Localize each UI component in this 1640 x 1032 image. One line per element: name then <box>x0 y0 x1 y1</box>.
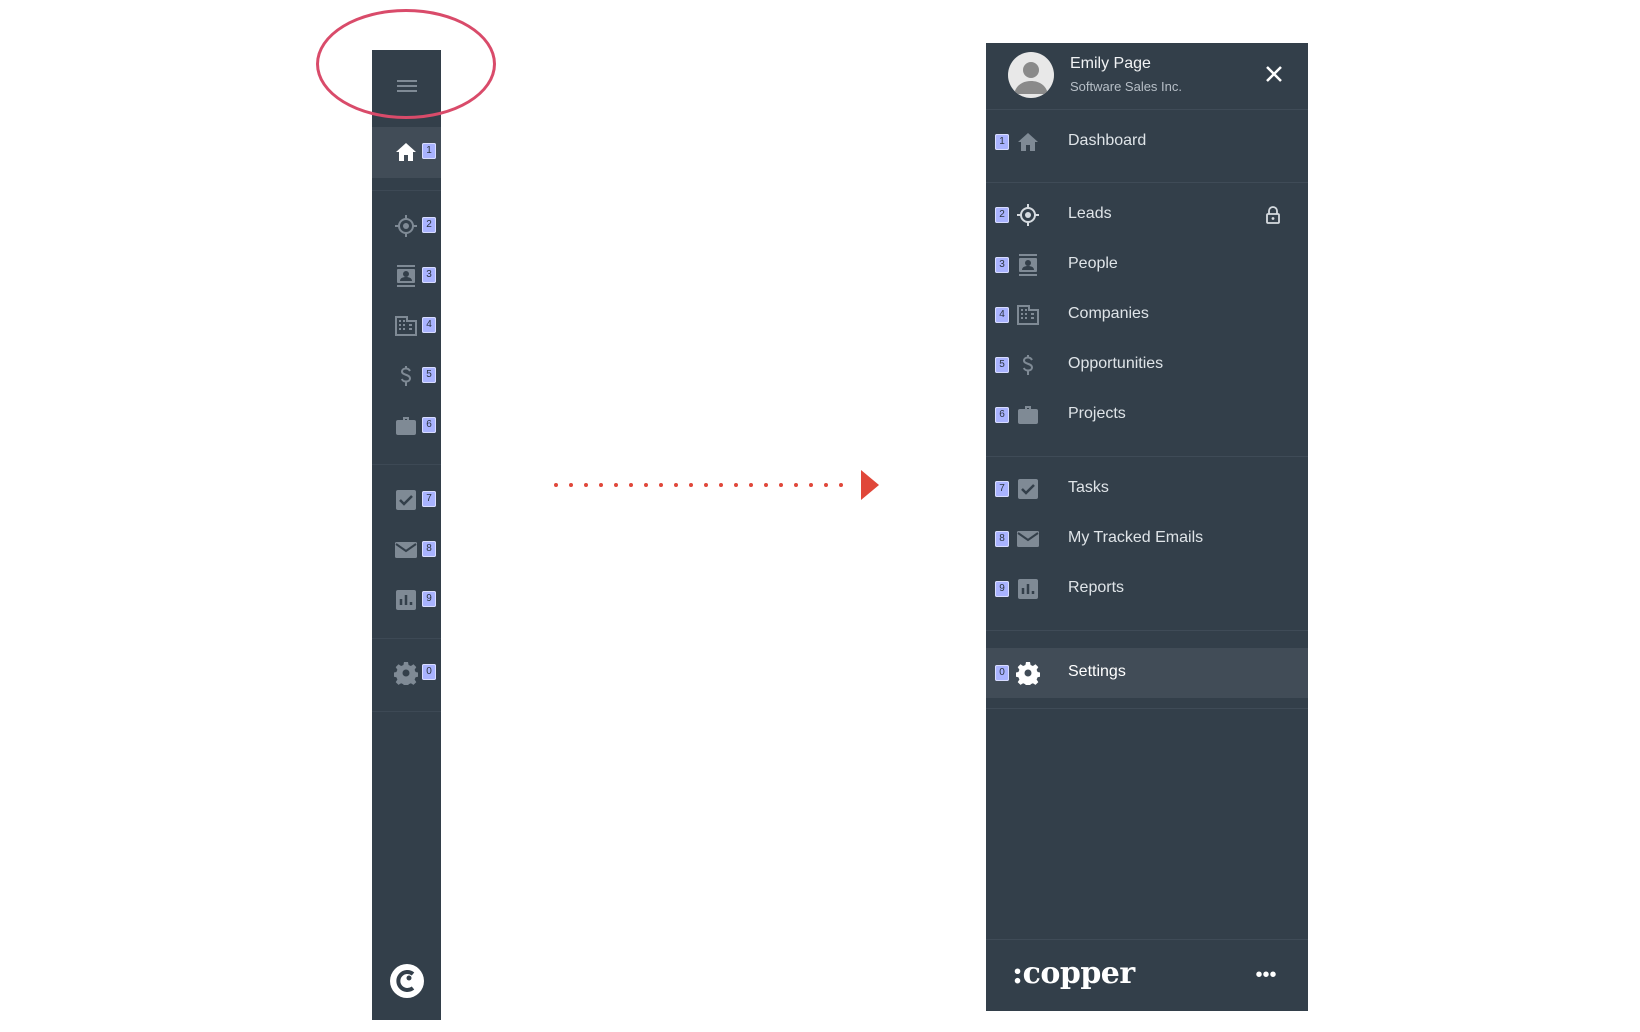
bar-chart-icon <box>1016 577 1040 601</box>
nav-item-reports[interactable]: 9 Reports <box>986 564 1308 614</box>
divider <box>372 638 441 639</box>
dollar-icon <box>1016 353 1040 377</box>
nav-item-opportunities[interactable]: 5 Opportunities <box>986 340 1308 390</box>
building-icon <box>394 314 418 338</box>
shortcut-key: 8 <box>995 531 1009 547</box>
shortcut-key: 2 <box>422 217 436 233</box>
gear-icon <box>1016 661 1040 685</box>
nav-label: Tasks <box>1068 479 1109 496</box>
rail-item-reports[interactable]: 9 <box>372 575 441 626</box>
rail-item-leads[interactable]: 2 <box>372 201 441 252</box>
close-button[interactable] <box>1262 62 1286 86</box>
divider <box>986 630 1308 631</box>
checkbox-icon <box>1016 477 1040 501</box>
briefcase-icon <box>394 414 418 438</box>
nav-item-dashboard[interactable]: 1 Dashboard <box>986 117 1308 167</box>
divider <box>372 190 441 191</box>
user-header: Emily Page Software Sales Inc. <box>986 43 1308 110</box>
nav-item-people[interactable]: 3 People <box>986 240 1308 290</box>
shortcut-key: 5 <box>422 367 436 383</box>
shortcut-key: 6 <box>422 417 436 433</box>
target-icon <box>1016 203 1040 227</box>
divider <box>986 456 1308 457</box>
rail-item-opportunities[interactable]: 5 <box>372 351 441 402</box>
user-company: Software Sales Inc. <box>1070 79 1182 94</box>
rail-item-projects[interactable]: 6 <box>372 401 441 452</box>
nav-item-leads[interactable]: 2 Leads <box>986 190 1308 240</box>
target-icon <box>394 214 418 238</box>
divider <box>986 939 1308 940</box>
rail-item-tasks[interactable]: 7 <box>372 475 441 526</box>
nav-label: Projects <box>1068 405 1126 422</box>
home-icon <box>394 140 418 164</box>
nav-label: Dashboard <box>1068 132 1147 149</box>
shortcut-key: 4 <box>422 317 436 333</box>
nav-label: Reports <box>1068 579 1125 596</box>
shortcut-key: 2 <box>995 207 1009 223</box>
rail-item-dashboard[interactable]: 1 <box>372 127 441 178</box>
rail-item-settings[interactable]: 0 <box>372 648 441 699</box>
shortcut-key: 0 <box>422 664 436 680</box>
envelope-icon <box>1016 527 1040 551</box>
shortcut-key: 4 <box>995 307 1009 323</box>
nav-label: Leads <box>1068 205 1112 222</box>
shortcut-key: 5 <box>995 357 1009 373</box>
user-name: Emily Page <box>1070 55 1151 72</box>
shortcut-key: 1 <box>422 143 436 159</box>
divider <box>372 711 441 712</box>
shortcut-key: 6 <box>995 407 1009 423</box>
nav-label: My Tracked Emails <box>1068 529 1204 546</box>
bar-chart-icon <box>394 588 418 612</box>
shortcut-key: 3 <box>995 257 1009 273</box>
divider <box>372 464 441 465</box>
expanded-sidebar: Emily Page Software Sales Inc. 1 Dashboa… <box>986 43 1308 1011</box>
nav-label: Settings <box>1068 663 1126 680</box>
contact-card-icon <box>394 264 418 288</box>
rail-item-emails[interactable]: 8 <box>372 525 441 576</box>
nav-item-tasks[interactable]: 7 Tasks <box>986 464 1308 514</box>
shortcut-key: 9 <box>995 581 1009 597</box>
nav-item-projects[interactable]: 6 Projects <box>986 390 1308 440</box>
shortcut-key: 7 <box>422 491 436 507</box>
nav-item-tracked-emails[interactable]: 8 My Tracked Emails <box>986 514 1308 564</box>
more-options-button[interactable]: ••• <box>1254 965 1278 985</box>
briefcase-icon <box>1016 403 1040 427</box>
shortcut-key: 0 <box>995 665 1009 681</box>
nav-item-companies[interactable]: 4 Companies <box>986 290 1308 340</box>
close-icon <box>1266 66 1282 82</box>
rail-item-companies[interactable]: 4 <box>372 301 441 352</box>
highlight-circle <box>316 9 496 119</box>
avatar[interactable] <box>1008 52 1054 98</box>
dollar-icon <box>394 364 418 388</box>
shortcut-key: 9 <box>422 591 436 607</box>
divider <box>986 109 1308 110</box>
shortcut-key: 8 <box>422 541 436 557</box>
rail-item-people[interactable]: 3 <box>372 251 441 302</box>
nav-label: Opportunities <box>1068 355 1164 372</box>
nav-label: People <box>1068 255 1118 272</box>
shortcut-key: 7 <box>995 481 1009 497</box>
copper-logo-icon[interactable] <box>389 963 425 999</box>
copper-logo: :copper <box>1012 956 1135 991</box>
nav-item-settings[interactable]: 0 Settings <box>986 648 1308 698</box>
envelope-icon <box>394 538 418 562</box>
checkbox-icon <box>394 488 418 512</box>
gear-icon <box>394 661 418 685</box>
shortcut-key: 3 <box>422 267 436 283</box>
divider <box>986 708 1308 709</box>
contact-card-icon <box>1016 253 1040 277</box>
divider <box>986 182 1308 183</box>
lock-icon <box>1264 205 1282 225</box>
nav-label: Companies <box>1068 305 1149 322</box>
building-icon <box>1016 303 1040 327</box>
collapsed-sidebar: 1 2 3 4 5 6 7 8 9 0 <box>372 50 441 1020</box>
shortcut-key: 1 <box>995 134 1009 150</box>
transition-arrow <box>554 470 879 500</box>
home-icon <box>1016 130 1040 154</box>
